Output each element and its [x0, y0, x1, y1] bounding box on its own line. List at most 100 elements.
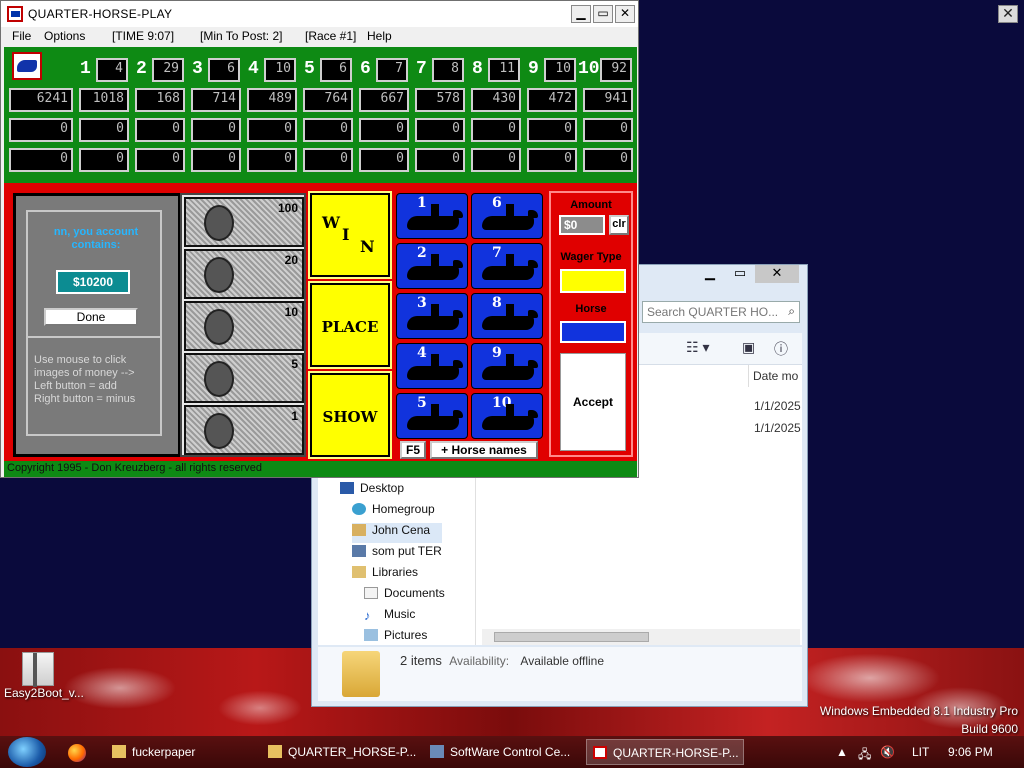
pictures-icon: [364, 629, 378, 641]
race-number-label: 6: [360, 59, 371, 79]
pool-display: 0: [415, 118, 465, 142]
nav-item-pictures[interactable]: Pictures: [364, 628, 427, 648]
horse-button-9[interactable]: 9: [471, 343, 543, 389]
bill-5[interactable]: 5: [184, 353, 304, 403]
pool-display: 941: [583, 88, 633, 112]
menu-bar: File Options [TIME 9:07] [Min To Post: 2…: [1, 27, 638, 47]
racehorse-icon: [482, 304, 538, 330]
horse-names-button[interactable]: + Horse names: [430, 441, 538, 459]
menu-min-to-post[interactable]: [Min To Post: 2]: [200, 29, 282, 43]
taskbar-item-fuckerpaper[interactable]: fuckerpaper: [106, 739, 256, 765]
odds-display: 10: [264, 58, 296, 82]
pool-display: 0: [191, 118, 241, 142]
done-button[interactable]: Done: [44, 308, 138, 326]
odds-display: 8: [432, 58, 464, 82]
nav-item-libraries[interactable]: Libraries: [352, 565, 418, 585]
win-letter: W: [322, 213, 340, 232]
network-icon[interactable]: 🖧: [858, 745, 871, 766]
menu-help[interactable]: Help: [367, 29, 392, 43]
horizontal-scrollbar[interactable]: [482, 629, 800, 645]
accept-button[interactable]: Accept: [560, 353, 626, 451]
show-button[interactable]: SHOW: [308, 371, 392, 459]
money-bills: 100 20 10 5 1: [180, 193, 306, 457]
nav-item-documents[interactable]: Documents: [364, 586, 445, 606]
horse-button-4[interactable]: 4: [396, 343, 468, 389]
preview-pane-icon[interactable]: ▣: [742, 339, 755, 356]
user-folder-icon: [352, 524, 366, 536]
nav-item-computer[interactable]: som put TER: [352, 544, 442, 564]
help-icon[interactable]: ⓘ: [774, 339, 788, 359]
pool-display: 0: [191, 148, 241, 172]
scrollbar-thumb[interactable]: [494, 632, 649, 642]
horse-button-3[interactable]: 3: [396, 293, 468, 339]
bill-100[interactable]: 100: [184, 197, 304, 247]
menu-file[interactable]: File: [12, 29, 31, 43]
nav-item-john-cena[interactable]: John Cena: [352, 523, 443, 543]
horse-button-7[interactable]: 7: [471, 243, 543, 289]
horse-number: 4: [417, 345, 427, 361]
odds-board: 1 4 2 29 3 6 4 10 5 6 6 7 7 8 8 11 9 10 10 92 6241 1018 168 71…: [4, 47, 637, 183]
betting-board: nn, you account contains: $10200 Done Us…: [4, 183, 637, 461]
menu-time[interactable]: [TIME 9:07]: [112, 29, 174, 43]
app-horse-icon: [593, 746, 607, 759]
race-number-label: 9: [528, 59, 539, 79]
odds-display: 6: [320, 58, 352, 82]
close-icon[interactable]: ✕: [615, 5, 635, 23]
maximize-icon[interactable]: ▭: [593, 5, 613, 23]
volume-muted-icon[interactable]: 🔇: [880, 745, 895, 759]
bill-20[interactable]: 20: [184, 249, 304, 299]
menu-options[interactable]: Options: [44, 29, 85, 43]
horse-button-1[interactable]: 1: [396, 193, 468, 239]
f5-button[interactable]: F5: [400, 441, 426, 459]
horse-button-2[interactable]: 2: [396, 243, 468, 289]
app-horse-icon: [7, 6, 23, 22]
horse-button-5[interactable]: 5: [396, 393, 468, 439]
column-header-date[interactable]: Date mo: [748, 365, 808, 387]
racehorse-icon: [407, 204, 463, 230]
race-number-label: 8: [472, 59, 483, 79]
explorer-search-input[interactable]: Search QUARTER HO... ⌕: [642, 301, 800, 323]
close-icon[interactable]: ✕: [755, 265, 799, 283]
firefox-icon[interactable]: [68, 744, 86, 762]
taskbar-item-software-control[interactable]: SoftWare Control Ce...: [424, 739, 580, 765]
race-number-label: 3: [192, 59, 203, 79]
explorer-window-controls: ▁ ▭ ✕: [695, 265, 799, 285]
clock[interactable]: 9:06 PM: [948, 745, 993, 759]
background-window-close-icon[interactable]: ✕: [998, 5, 1018, 23]
clear-button[interactable]: clr: [609, 215, 629, 235]
minimize-icon[interactable]: ▁: [695, 265, 725, 283]
horse-button-6[interactable]: 6: [471, 193, 543, 239]
taskbar: fuckerpaper QUARTER_HORSE-P... SoftWare …: [0, 736, 1024, 768]
horse-button-8[interactable]: 8: [471, 293, 543, 339]
portrait-icon: [204, 205, 234, 241]
horse-button-10[interactable]: 10: [471, 393, 543, 439]
race-number-label: 4: [248, 59, 259, 79]
view-options-icon[interactable]: ☷ ▾: [686, 339, 709, 356]
language-indicator[interactable]: LIT: [912, 745, 929, 759]
windows-watermark: Windows Embedded 8.1 Industry Pro Build …: [819, 704, 1018, 736]
nav-item-homegroup[interactable]: Homegroup: [352, 502, 435, 522]
file-date: 1/1/2025: [754, 421, 801, 435]
portrait-icon: [204, 309, 234, 345]
control-panel-icon: [430, 745, 444, 758]
documents-icon: [364, 587, 378, 599]
bill-1[interactable]: 1: [184, 405, 304, 455]
horse-field: [560, 321, 626, 343]
nav-item-music[interactable]: ♪ Music: [364, 607, 415, 627]
racehorse-icon: [482, 204, 538, 230]
taskbar-item-quarter-horse-play[interactable]: QUARTER-HORSE-P...: [586, 739, 744, 765]
maximize-icon[interactable]: ▭: [725, 265, 755, 283]
bill-10[interactable]: 10: [184, 301, 304, 351]
pool-display: 0: [583, 118, 633, 142]
start-button[interactable]: [8, 737, 46, 767]
taskbar-item-quarter-horse-folder[interactable]: QUARTER_HORSE-P...: [262, 739, 418, 765]
menu-race[interactable]: [Race #1]: [305, 29, 356, 43]
desktop-icon-easy2boot[interactable]: Easy2Boot_v...: [4, 652, 84, 700]
folder-icon: [342, 651, 380, 697]
nav-item-desktop[interactable]: Desktop: [340, 481, 404, 501]
odds-display: 7: [376, 58, 408, 82]
tray-chevron-up-icon[interactable]: ▲: [836, 745, 848, 759]
minimize-icon[interactable]: ▁: [571, 5, 591, 23]
win-button[interactable]: WIN: [308, 191, 392, 279]
place-button[interactable]: PLACE: [308, 281, 392, 369]
